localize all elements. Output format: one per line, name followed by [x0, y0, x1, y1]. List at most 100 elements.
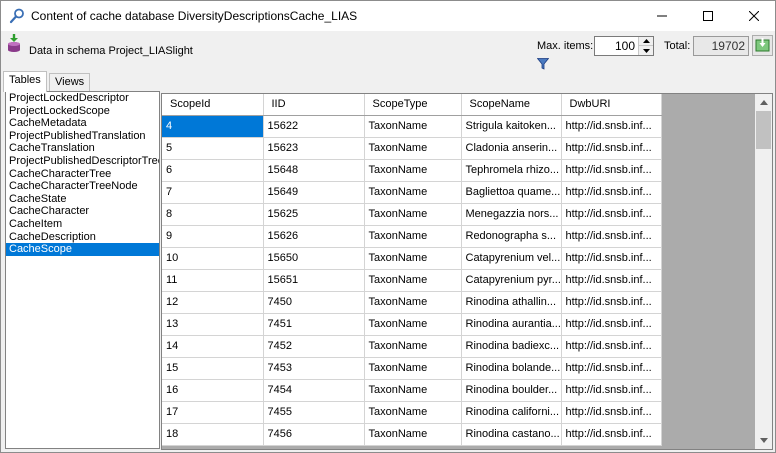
list-item[interactable]: ProjectLockedScope	[6, 105, 159, 118]
scopetype-cell[interactable]: TaxonName	[364, 115, 462, 138]
column-header-scopeid[interactable]: ScopeId	[162, 94, 264, 116]
dwburi-cell[interactable]: http://id.snsb.inf...	[561, 181, 662, 204]
scopeid-cell[interactable]: 14	[162, 335, 264, 358]
scroll-down-button[interactable]	[755, 432, 772, 449]
table-row[interactable]: 12 7450 TaxonName Rinodina athallin... http:…	[162, 291, 662, 314]
scroll-up-button[interactable]	[755, 94, 772, 111]
scopename-cell[interactable]: Menegazzia nors...	[461, 203, 562, 226]
iid-cell[interactable]: 15623	[263, 137, 365, 160]
scroll-thumb[interactable]	[756, 111, 771, 149]
iid-cell[interactable]: 7456	[263, 423, 365, 446]
scopename-cell[interactable]: Rinodina californi...	[461, 401, 562, 424]
filter-icon[interactable]	[536, 58, 550, 70]
minimize-button[interactable]	[639, 1, 685, 31]
list-item[interactable]: CacheMetadata	[6, 117, 159, 130]
dwburi-cell[interactable]: http://id.snsb.inf...	[561, 137, 662, 160]
table-row[interactable]: 5 15623 TaxonName Cladonia anserin... http:/…	[162, 137, 662, 160]
iid-cell[interactable]: 15649	[263, 181, 365, 204]
iid-cell[interactable]: 15650	[263, 247, 365, 270]
column-header-dwburi[interactable]: DwbURI	[561, 94, 662, 116]
iid-cell[interactable]: 15622	[263, 115, 365, 138]
table-row[interactable]: 14 7452 TaxonName Rinodina badiexc... http:/…	[162, 335, 662, 358]
dwburi-cell[interactable]: http://id.snsb.inf...	[561, 357, 662, 380]
scopename-cell[interactable]: Bagliettoa quame...	[461, 181, 562, 204]
scopename-cell[interactable]: Rinodina bolande...	[461, 357, 562, 380]
table-row[interactable]: 4 15622 TaxonName Strigula kaitoken... http:…	[162, 115, 662, 138]
scopetype-cell[interactable]: TaxonName	[364, 423, 462, 446]
column-header-iid[interactable]: IID	[263, 94, 365, 116]
scopename-cell[interactable]: Rinodina castano...	[461, 423, 562, 446]
list-item[interactable]: CacheTranslation	[6, 142, 159, 155]
dwburi-cell[interactable]: http://id.snsb.inf...	[561, 401, 662, 424]
iid-cell[interactable]: 7454	[263, 379, 365, 402]
iid-cell[interactable]: 7450	[263, 291, 365, 314]
tab-views[interactable]: Views	[49, 73, 91, 91]
list-item[interactable]: CacheCharacterTree	[6, 168, 159, 181]
scopename-cell[interactable]: Rinodina athallin...	[461, 291, 562, 314]
iid-cell[interactable]: 7451	[263, 313, 365, 336]
scopeid-cell[interactable]: 8	[162, 203, 264, 226]
dwburi-cell[interactable]: http://id.snsb.inf...	[561, 159, 662, 182]
scopeid-cell[interactable]: 10	[162, 247, 264, 270]
scopetype-cell[interactable]: TaxonName	[364, 203, 462, 226]
scopename-cell[interactable]: Rinodina badiexc...	[461, 335, 562, 358]
scopeid-cell[interactable]: 5	[162, 137, 264, 160]
scopeid-cell[interactable]: 13	[162, 313, 264, 336]
column-header-scopename[interactable]: ScopeName	[461, 94, 562, 116]
scopename-cell[interactable]: Cladonia anserin...	[461, 137, 562, 160]
table-row[interactable]: 6 15648 TaxonName Tephromela rhizo... http:/…	[162, 159, 662, 182]
dwburi-cell[interactable]: http://id.snsb.inf...	[561, 269, 662, 292]
table-row[interactable]: 11 15651 TaxonName Catapyrenium pyr... http:…	[162, 269, 662, 292]
iid-cell[interactable]: 15626	[263, 225, 365, 248]
scopename-cell[interactable]: Rinodina aurantia...	[461, 313, 562, 336]
scopetype-cell[interactable]: TaxonName	[364, 401, 462, 424]
scopetype-cell[interactable]: TaxonName	[364, 291, 462, 314]
scopeid-cell[interactable]: 6	[162, 159, 264, 182]
list-item[interactable]: CacheItem	[6, 218, 159, 231]
dwburi-cell[interactable]: http://id.snsb.inf...	[561, 203, 662, 226]
max-items-stepper[interactable]: 100	[594, 36, 654, 56]
scopename-cell[interactable]: Catapyrenium vel...	[461, 247, 562, 270]
scopetype-cell[interactable]: TaxonName	[364, 313, 462, 336]
iid-cell[interactable]: 7452	[263, 335, 365, 358]
spin-down-button[interactable]	[639, 46, 653, 55]
scopename-cell[interactable]: Tephromela rhizo...	[461, 159, 562, 182]
table-row[interactable]: 15 7453 TaxonName Rinodina bolande... http:/…	[162, 357, 662, 380]
scopeid-cell[interactable]: 9	[162, 225, 264, 248]
scopeid-cell[interactable]: 12	[162, 291, 264, 314]
list-item[interactable]: CacheState	[6, 193, 159, 206]
dwburi-cell[interactable]: http://id.snsb.inf...	[561, 379, 662, 402]
iid-cell[interactable]: 15625	[263, 203, 365, 226]
scopetype-cell[interactable]: TaxonName	[364, 269, 462, 292]
table-row[interactable]: 16 7454 TaxonName Rinodina boulder... http:/…	[162, 379, 662, 402]
scopetype-cell[interactable]: TaxonName	[364, 159, 462, 182]
scopename-cell[interactable]: Catapyrenium pyr...	[461, 269, 562, 292]
scopename-cell[interactable]: Strigula kaitoken...	[461, 115, 562, 138]
dwburi-cell[interactable]: http://id.snsb.inf...	[561, 423, 662, 446]
scopeid-cell[interactable]: 16	[162, 379, 264, 402]
iid-cell[interactable]: 15651	[263, 269, 365, 292]
spin-up-button[interactable]	[639, 37, 653, 46]
table-row[interactable]: 8 15625 TaxonName Menegazzia nors... http://…	[162, 203, 662, 226]
list-item[interactable]: CacheCharacterTreeNode	[6, 180, 159, 193]
dwburi-cell[interactable]: http://id.snsb.inf...	[561, 225, 662, 248]
scopeid-cell[interactable]: 7	[162, 181, 264, 204]
list-item[interactable]: ProjectLockedDescriptor	[6, 92, 159, 105]
tables-list[interactable]: ProjectLockedDescriptor ProjectLockedSco…	[5, 91, 160, 449]
column-header-scopetype[interactable]: ScopeType	[364, 94, 462, 116]
scopetype-cell[interactable]: TaxonName	[364, 225, 462, 248]
dwburi-cell[interactable]: http://id.snsb.inf...	[561, 115, 662, 138]
table-row[interactable]: 18 7456 TaxonName Rinodina castano... http:/…	[162, 423, 662, 446]
list-item[interactable]: ProjectPublishedTranslation	[6, 130, 159, 143]
scopetype-cell[interactable]: TaxonName	[364, 247, 462, 270]
table-row[interactable]: 7 15649 TaxonName Bagliettoa quame... http:/…	[162, 181, 662, 204]
scopetype-cell[interactable]: TaxonName	[364, 181, 462, 204]
tab-tables[interactable]: Tables	[3, 71, 47, 92]
table-row[interactable]: 13 7451 TaxonName Rinodina aurantia... http:…	[162, 313, 662, 336]
iid-cell[interactable]: 7453	[263, 357, 365, 380]
scopetype-cell[interactable]: TaxonName	[364, 335, 462, 358]
list-item-selected[interactable]: CacheScope	[6, 243, 159, 256]
table-row[interactable]: 10 15650 TaxonName Catapyrenium vel... http:…	[162, 247, 662, 270]
table-row[interactable]: 9 15626 TaxonName Redonographa s... http://i…	[162, 225, 662, 248]
list-item[interactable]: CacheDescription	[6, 231, 159, 244]
